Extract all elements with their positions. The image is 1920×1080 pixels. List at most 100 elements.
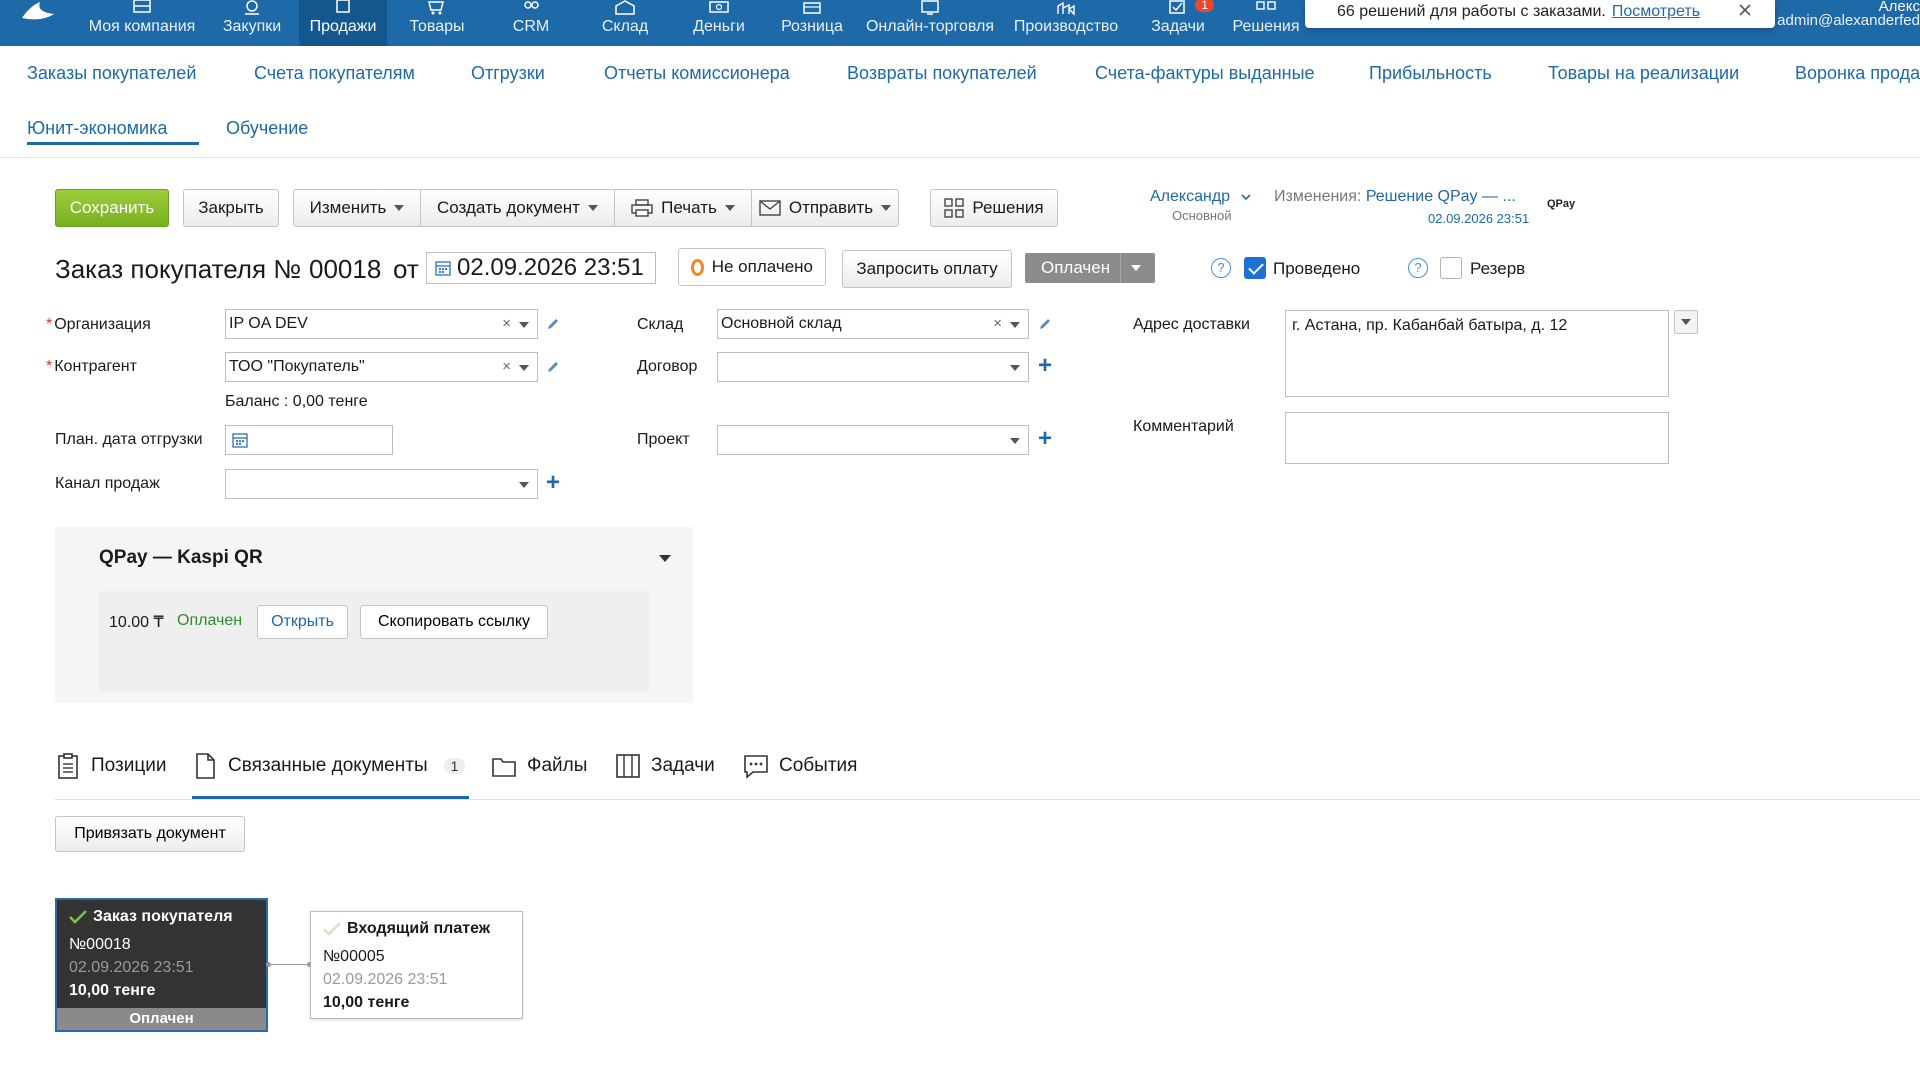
notification-view-link[interactable]: Посмотреть — [1612, 3, 1700, 21]
calendar-icon[interactable] — [232, 432, 248, 448]
reserve-checkbox[interactable] — [1440, 257, 1462, 279]
user-email[interactable]: admin@alexanderfed — [1777, 12, 1920, 29]
sales-icon — [336, 0, 350, 13]
card-title: Заказ покупателя — [69, 908, 233, 926]
project-select[interactable] — [717, 425, 1029, 455]
tab-positions[interactable]: Позиции — [55, 748, 166, 784]
nav-crm[interactable]: CRM — [497, 0, 565, 46]
organization-select[interactable]: IP OA DEV × — [225, 309, 538, 339]
chevron-down-icon[interactable] — [519, 365, 529, 371]
send-label: Отправить — [788, 198, 874, 217]
sales-channel-select[interactable] — [225, 469, 538, 499]
tab-tasks-label: Задачи — [651, 755, 715, 776]
nav-money[interactable]: Деньги — [686, 0, 752, 46]
clear-icon[interactable]: × — [502, 353, 511, 381]
counterparty-select[interactable]: ТОО "Покупатель" × — [225, 352, 538, 382]
chevron-down-icon — [1131, 265, 1141, 271]
nav-company[interactable]: Моя компания — [89, 0, 195, 46]
edit-icon[interactable] — [1038, 317, 1052, 331]
subtab-customer-orders[interactable]: Заказы покупателей — [27, 63, 196, 84]
organization-label-text: Организация — [54, 316, 151, 333]
qpay-panel: QPay — Kaspi QR 10.00 ₸ Оплачен Открыть … — [55, 527, 693, 703]
changes-label: Изменения: — [1274, 188, 1362, 205]
order-date-field[interactable]: 02.09.2026 23:51 — [426, 252, 656, 284]
copy-link-button[interactable]: Скопировать ссылку — [360, 605, 548, 639]
card-number: №00018 — [69, 936, 131, 953]
nav-tasks[interactable]: 1 Задачи — [1150, 0, 1214, 46]
subtab-customer-invoices[interactable]: Счета покупателям — [254, 63, 415, 84]
send-button[interactable]: Отправить — [751, 189, 899, 227]
nav-online-trade[interactable]: Онлайн-торговля — [866, 0, 994, 46]
edit-icon[interactable] — [546, 317, 560, 331]
nav-solutions[interactable]: Решения — [1231, 0, 1301, 46]
tab-events[interactable]: События — [743, 748, 857, 784]
open-payment-button[interactable]: Открыть — [257, 605, 348, 639]
tab-tasks[interactable]: Задачи — [615, 748, 715, 784]
create-document-button[interactable]: Создать документ — [420, 189, 615, 227]
add-project-icon[interactable]: + — [1038, 427, 1052, 451]
nav-purchases[interactable]: Закупки — [214, 0, 290, 46]
payment-status-button[interactable]: Не оплачено — [678, 248, 826, 286]
clear-icon[interactable]: × — [993, 310, 1002, 338]
warehouse-select[interactable]: Основной склад × — [717, 309, 1029, 339]
related-doc-order-card[interactable]: Заказ покупателя №00018 02.09.2026 23:51… — [55, 898, 268, 1032]
print-button[interactable]: Печать — [614, 189, 752, 227]
change-dropdown-button[interactable]: Изменить — [293, 189, 421, 227]
solutions-button[interactable]: Решения — [930, 189, 1058, 227]
save-button[interactable]: Сохранить — [55, 189, 169, 227]
bind-document-button[interactable]: Привязать документ — [55, 816, 245, 852]
request-payment-button[interactable]: Запросить оплату — [842, 250, 1012, 288]
chevron-down-icon[interactable] — [1010, 322, 1020, 328]
order-number[interactable]: 00018 — [309, 254, 381, 285]
delivery-address-input[interactable]: г. Астана, пр. Кабанбай батыра, д. 12 — [1285, 310, 1669, 397]
edit-icon[interactable] — [546, 360, 560, 374]
address-dropdown-button[interactable] — [1674, 310, 1698, 334]
add-sales-channel-icon[interactable]: + — [546, 471, 560, 495]
changes-link[interactable]: Решение QPay — ... — [1366, 188, 1516, 205]
close-button[interactable]: Закрыть — [183, 189, 279, 227]
posted-help-icon[interactable]: ? — [1211, 258, 1231, 278]
related-doc-payment-card[interactable]: Входящий платеж №00005 02.09.2026 23:51 … — [310, 911, 523, 1019]
subtab-unit-economics[interactable]: Юнит-экономика — [27, 118, 167, 139]
nav-retail[interactable]: Розница — [778, 0, 846, 46]
nav-goods[interactable]: Товары — [397, 0, 477, 46]
top-navigation: Моя компания Закупки Продажи Товары CRM … — [0, 0, 1920, 46]
subtab-invoices-issued[interactable]: Счета-фактуры выданные — [1095, 63, 1315, 84]
reserve-help-icon[interactable]: ? — [1408, 258, 1428, 278]
counterparty-label-text: Контрагент — [54, 358, 137, 375]
contract-select[interactable] — [717, 352, 1029, 382]
subtab-shipments[interactable]: Отгрузки — [471, 63, 545, 84]
app-logo-icon[interactable] — [20, 0, 58, 22]
subtab-learning[interactable]: Обучение — [226, 118, 308, 139]
posted-checkbox[interactable] — [1244, 257, 1266, 279]
add-contract-icon[interactable]: + — [1038, 354, 1052, 378]
close-icon[interactable] — [1737, 2, 1753, 18]
nav-production[interactable]: Производство — [1013, 0, 1119, 46]
chevron-down-icon[interactable] — [519, 322, 529, 328]
subtab-commission-reports[interactable]: Отчеты комиссионера — [604, 63, 790, 84]
subtab-funnel[interactable]: Воронка прода — [1795, 63, 1920, 84]
tab-related-label: Связанные документы — [228, 755, 428, 776]
chevron-down-icon[interactable] — [1010, 438, 1020, 444]
card-status: Оплачен — [57, 1008, 266, 1030]
chevron-down-icon[interactable] — [1010, 365, 1020, 371]
ship-date-field[interactable] — [225, 425, 393, 455]
qpay-logo: QPay — [1547, 198, 1576, 210]
counterparty-value: ТОО "Покупатель" — [229, 358, 365, 375]
clear-icon[interactable]: × — [502, 310, 511, 338]
project-label: Проект — [637, 431, 690, 448]
owner-selector[interactable]: Александр — [1150, 188, 1251, 206]
nav-sales[interactable]: Продажи — [299, 0, 387, 46]
subtab-goods-on-sale[interactable]: Товары на реализации — [1548, 63, 1739, 84]
nav-warehouse[interactable]: Склад — [592, 0, 658, 46]
tab-related-documents[interactable]: Связанные документы 1 — [192, 748, 466, 784]
calendar-icon[interactable] — [435, 260, 451, 276]
comment-input[interactable] — [1285, 412, 1669, 464]
order-state-dropdown[interactable]: Оплачен — [1025, 253, 1155, 283]
subtab-profitability[interactable]: Прибыльность — [1369, 63, 1492, 84]
chevron-down-icon — [881, 205, 892, 211]
collapse-chevron-icon[interactable] — [659, 555, 671, 562]
tab-files[interactable]: Файлы — [491, 748, 587, 784]
chevron-down-icon[interactable] — [519, 482, 529, 488]
subtab-returns[interactable]: Возвраты покупателей — [847, 63, 1037, 84]
